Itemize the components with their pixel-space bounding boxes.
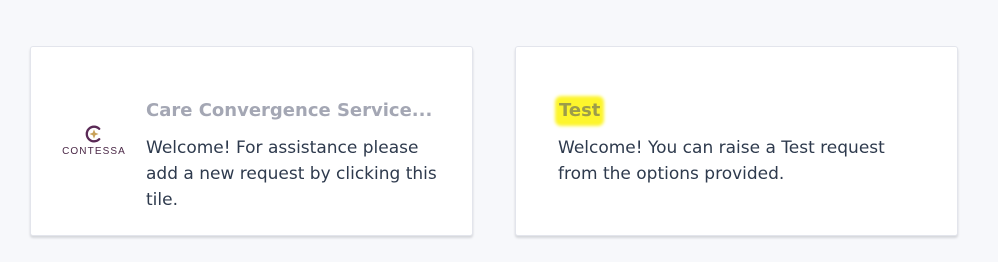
service-tile-care-convergence[interactable]: CONTESSA Care Convergence Service... Wel… bbox=[30, 46, 473, 236]
contessa-logo: CONTESSA bbox=[59, 124, 129, 158]
tile-title: Care Convergence Service... bbox=[146, 100, 433, 121]
tile-title: Test bbox=[558, 99, 602, 123]
contessa-logo-text: CONTESSA bbox=[62, 146, 126, 157]
tile-description: Welcome! You can raise a Test request fr… bbox=[558, 138, 885, 184]
contessa-logo-icon bbox=[85, 125, 101, 143]
tile-description: Welcome! For assistance please add a new… bbox=[146, 138, 437, 210]
service-tile-test[interactable]: Test Welcome! You can raise a Test reque… bbox=[515, 46, 958, 236]
